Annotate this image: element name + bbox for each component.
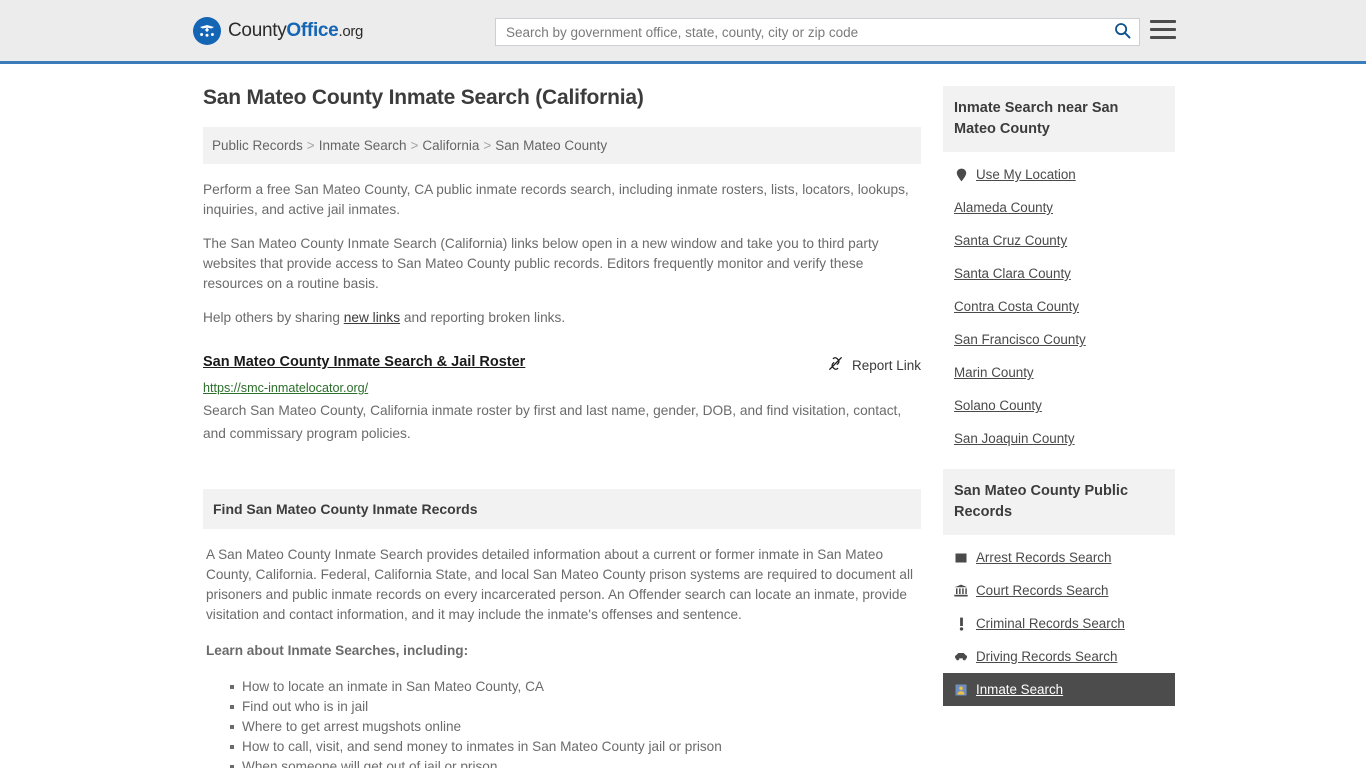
breadcrumb-separator: > (410, 138, 419, 153)
intro-paragraph-3: Help others by sharing new links and rep… (203, 308, 921, 328)
breadcrumb-separator: > (306, 138, 315, 153)
sidebar-link-label[interactable]: San Joaquin County (954, 431, 1075, 446)
sidebar-link-label[interactable]: Court Records Search (976, 583, 1108, 598)
search-button[interactable] (1105, 19, 1139, 45)
eagle-seal-icon (193, 16, 221, 45)
sidebar-link-label[interactable]: Alameda County (954, 200, 1053, 215)
sidebar-link-label[interactable]: Driving Records Search (976, 649, 1117, 664)
sidebar-link-label[interactable]: Arrest Records Search (976, 550, 1111, 565)
records-section-heading: Find San Mateo County Inmate Records (203, 489, 921, 529)
sidebar: Inmate Search near San Mateo County Use … (943, 86, 1175, 768)
list-item: How to call, visit, and send money to in… (230, 737, 918, 757)
logo-text-org: .org (338, 22, 364, 40)
breadcrumb-item-san-mateo-county[interactable]: San Mateo County (495, 138, 607, 153)
list-item: When someone will get out of jail or pri… (230, 757, 918, 768)
public-records-panel: San Mateo County Public Records Arrest R… (943, 469, 1175, 706)
sidebar-item-court-records-search[interactable]: Court Records Search (943, 574, 1175, 607)
records-section-paragraph: A San Mateo County Inmate Search provide… (206, 547, 913, 622)
result-title-link[interactable]: San Mateo County Inmate Search & Jail Ro… (203, 354, 525, 370)
courthouse-icon (954, 584, 968, 597)
sidebar-item-solano-county[interactable]: Solano County (943, 389, 1175, 422)
sidebar-link-label[interactable]: San Francisco County (954, 332, 1086, 347)
report-link-button[interactable]: Report Link (827, 354, 921, 375)
nearby-panel-heading: Inmate Search near San Mateo County (943, 86, 1175, 152)
arrest-square-icon (954, 552, 968, 564)
list-item: How to locate an inmate in San Mateo Cou… (230, 677, 918, 697)
sidebar-link-label[interactable]: Criminal Records Search (976, 616, 1125, 631)
public-records-list: Arrest Records Search Court Records Sear… (943, 535, 1175, 706)
learn-about-label: Learn about Inmate Searches, including: (206, 643, 469, 658)
nearby-county-list: Use My Location Alameda County Santa Cru… (943, 152, 1175, 455)
records-section-body: A San Mateo County Inmate Search provide… (203, 529, 921, 768)
exclamation-icon (954, 617, 968, 631)
sidebar-item-santa-cruz-county[interactable]: Santa Cruz County (943, 224, 1175, 257)
car-icon (954, 651, 968, 662)
sidebar-link-label[interactable]: Santa Cruz County (954, 233, 1067, 248)
sidebar-link-label[interactable]: Solano County (954, 398, 1042, 413)
sidebar-item-san-joaquin-county[interactable]: San Joaquin County (943, 422, 1175, 455)
breadcrumb: Public Records > Inmate Search > California >… (203, 127, 921, 164)
sidebar-link-label[interactable]: Marin County (954, 365, 1034, 380)
public-records-panel-heading: San Mateo County Public Records (943, 469, 1175, 535)
share-text-before: Help others by sharing (203, 310, 344, 325)
sidebar-item-san-francisco-county[interactable]: San Francisco County (943, 323, 1175, 356)
search-icon (1114, 22, 1131, 42)
sidebar-link-label[interactable]: Contra Costa County (954, 299, 1079, 314)
sidebar-item-contra-costa-county[interactable]: Contra Costa County (943, 290, 1175, 323)
result-description: Search San Mateo County, California inma… (203, 403, 902, 441)
nearby-inmate-search-panel: Inmate Search near San Mateo County Use … (943, 86, 1175, 455)
intro-paragraph-1: Perform a free San Mateo County, CA publ… (203, 182, 909, 217)
breadcrumb-item-public-records[interactable]: Public Records (212, 138, 303, 153)
sidebar-item-alameda-county[interactable]: Alameda County (943, 191, 1175, 224)
search-bar[interactable] (495, 18, 1140, 46)
list-item: Where to get arrest mugshots online (230, 717, 918, 737)
sidebar-item-criminal-records-search[interactable]: Criminal Records Search (943, 607, 1175, 640)
sidebar-link-label[interactable]: Inmate Search (976, 682, 1063, 697)
sidebar-item-arrest-records-search[interactable]: Arrest Records Search (943, 541, 1175, 574)
sidebar-item-inmate-search[interactable]: Inmate Search (943, 673, 1175, 706)
result-listing: San Mateo County Inmate Search & Jail Ro… (203, 354, 921, 445)
intro-paragraph-2: The San Mateo County Inmate Search (Cali… (203, 236, 879, 291)
breadcrumb-item-california[interactable]: California (422, 138, 479, 153)
page-title: San Mateo County Inmate Search (Californ… (203, 86, 644, 109)
sidebar-item-use-my-location[interactable]: Use My Location (943, 158, 1175, 191)
inmate-search-topics-list: How to locate an inmate in San Mateo Cou… (206, 677, 918, 768)
map-pin-icon (954, 168, 968, 182)
breadcrumb-separator: > (483, 138, 492, 153)
sidebar-link-label[interactable]: Use My Location (976, 167, 1076, 182)
result-url[interactable]: https://smc-inmatelocator.org/ (203, 381, 921, 395)
search-input[interactable] (496, 19, 1105, 45)
logo-wordmark: CountyOffice.org (228, 20, 363, 42)
sidebar-item-santa-clara-county[interactable]: Santa Clara County (943, 257, 1175, 290)
sidebar-link-label[interactable]: Santa Clara County (954, 266, 1071, 281)
sidebar-item-driving-records-search[interactable]: Driving Records Search (943, 640, 1175, 673)
sidebar-item-marin-county[interactable]: Marin County (943, 356, 1175, 389)
breadcrumb-item-inmate-search[interactable]: Inmate Search (319, 138, 407, 153)
main-content: San Mateo County Inmate Search (Californ… (203, 86, 921, 768)
logo-text-office: Office (286, 19, 339, 41)
report-link-label: Report Link (851, 357, 921, 373)
page-container: San Mateo County Inmate Search (Californ… (0, 64, 1366, 768)
site-logo[interactable]: CountyOffice.org (193, 16, 363, 45)
broken-link-icon (827, 355, 844, 375)
logo-text-county: County (228, 19, 287, 41)
site-header: CountyOffice.org (0, 0, 1366, 64)
list-item: Find out who is in jail (230, 697, 918, 717)
new-links-link[interactable]: new links (344, 310, 400, 325)
share-text-after: and reporting broken links. (400, 310, 566, 325)
inmate-id-icon (954, 684, 968, 696)
hamburger-menu-icon[interactable] (1150, 20, 1176, 39)
